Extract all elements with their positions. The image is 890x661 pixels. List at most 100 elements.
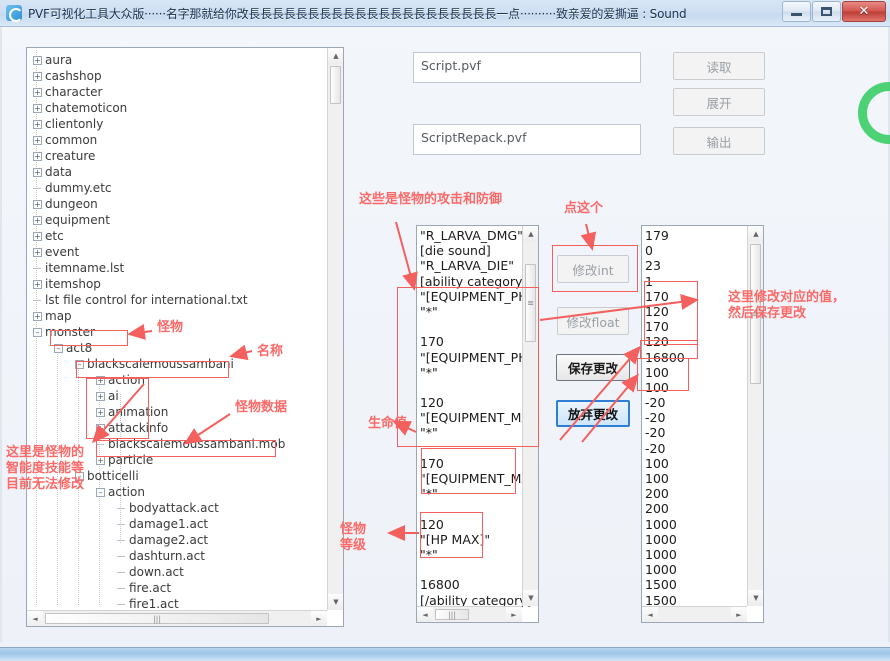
- tree-node-dungeon[interactable]: +dungeon: [33, 196, 327, 212]
- save-changes-button[interactable]: 保存更改: [556, 354, 630, 381]
- tree-node-event[interactable]: +event: [33, 244, 327, 260]
- expand-icon[interactable]: +: [33, 120, 42, 129]
- tree-node-label: map: [45, 308, 72, 324]
- expand-icon[interactable]: +: [33, 136, 42, 145]
- value-list-item[interactable]: 100: [645, 456, 693, 471]
- value-list-item[interactable]: 200: [645, 501, 693, 516]
- key-list-item[interactable]: 16800: [420, 577, 533, 592]
- close-button[interactable]: ✕: [842, 1, 886, 22]
- edit-float-button[interactable]: 修改float: [557, 307, 629, 335]
- tree-scroll-right-arrow[interactable]: ►: [311, 611, 327, 627]
- output-pvf-input[interactable]: ScriptRepack.pvf: [413, 124, 641, 155]
- expand-icon[interactable]: +: [33, 248, 42, 257]
- value-list-item[interactable]: 23: [645, 258, 693, 273]
- key-list-item[interactable]: "R_LARVA_DMG": [420, 228, 533, 243]
- discard-changes-button[interactable]: 放弃更改: [556, 400, 630, 427]
- read-button[interactable]: 读取: [673, 52, 765, 80]
- tree-node-botticelli[interactable]: –botticelli: [75, 468, 327, 484]
- expand-icon[interactable]: +: [33, 216, 42, 225]
- tree-node-bodyattack-act[interactable]: bodyattack.act: [117, 500, 327, 516]
- expand-button[interactable]: 展开: [673, 88, 765, 116]
- tree-horizontal-scrollbar[interactable]: ◄ ||| ►: [27, 610, 327, 626]
- tree-node-label: itemname.lst: [45, 260, 124, 276]
- tree-node-down-act[interactable]: down.act: [117, 564, 327, 580]
- expand-icon[interactable]: +: [33, 104, 42, 113]
- value-list-scroll-up-arrow[interactable]: ▲: [748, 226, 764, 242]
- expand-icon[interactable]: +: [33, 312, 42, 321]
- status-strip: [0, 647, 890, 661]
- highlight-edit-int-button: [552, 245, 638, 292]
- tree-node-aura[interactable]: +aura: [33, 52, 327, 68]
- value-list-item[interactable]: 100: [645, 471, 693, 486]
- tree-node-chatemoticon[interactable]: +chatemoticon: [33, 100, 327, 116]
- expand-icon[interactable]: +: [33, 280, 42, 289]
- value-list-vertical-scrollbar[interactable]: ▲ ≡ ▼: [747, 226, 763, 606]
- tree-node-common[interactable]: +common: [33, 132, 327, 148]
- source-pvf-input[interactable]: Script.pvf: [413, 52, 641, 83]
- expand-icon[interactable]: +: [33, 232, 42, 241]
- key-list-item[interactable]: [420, 562, 533, 577]
- tree-node-data[interactable]: +data: [33, 164, 327, 180]
- value-list-item[interactable]: 179: [645, 228, 693, 243]
- tree-node-label: data: [45, 164, 72, 180]
- key-list-horizontal-thumb[interactable]: |||: [435, 609, 469, 620]
- collapse-icon[interactable]: –: [96, 488, 105, 497]
- tree-node-label: botticelli: [87, 468, 139, 484]
- tree-node-etc[interactable]: +etc: [33, 228, 327, 244]
- tree-node-itemname-lst[interactable]: itemname.lst: [33, 260, 327, 276]
- key-list-item[interactable]: [die sound]: [420, 243, 533, 258]
- tree-horizontal-thumb[interactable]: |||: [45, 613, 269, 624]
- value-list-item[interactable]: -20: [645, 441, 693, 456]
- tree-node-equipment[interactable]: +equipment: [33, 212, 327, 228]
- tree-node-fire-act[interactable]: fire.act: [117, 580, 327, 596]
- expand-icon[interactable]: +: [33, 152, 42, 161]
- value-list-item[interactable]: 1000: [645, 517, 693, 532]
- tree-vertical-thumb[interactable]: [330, 66, 341, 104]
- tree-node-dummy-etc[interactable]: dummy.etc: [33, 180, 327, 196]
- tree-scroll-up-arrow[interactable]: ▲: [328, 48, 344, 64]
- collapse-icon[interactable]: –: [33, 328, 42, 337]
- export-button[interactable]: 输出: [673, 127, 765, 155]
- tree-node-action[interactable]: –action: [96, 484, 327, 500]
- key-list-scroll-down-arrow[interactable]: ▼: [523, 590, 539, 606]
- tree-node-creature[interactable]: +creature: [33, 148, 327, 164]
- value-list-item[interactable]: 1000: [645, 547, 693, 562]
- value-list-item[interactable]: 1000: [645, 532, 693, 547]
- tree-node-cashshop[interactable]: +cashshop: [33, 68, 327, 84]
- expand-icon[interactable]: +: [33, 56, 42, 65]
- expand-icon[interactable]: +: [33, 200, 42, 209]
- key-list-scroll-left-arrow[interactable]: ◄: [417, 607, 433, 623]
- expand-icon[interactable]: +: [33, 88, 42, 97]
- tree-scroll-down-arrow[interactable]: ▼: [328, 594, 344, 610]
- value-list-item[interactable]: 1500: [645, 577, 693, 592]
- tree-node-character[interactable]: +character: [33, 84, 327, 100]
- key-list-item[interactable]: "R_LARVA_DIE": [420, 258, 533, 273]
- highlight-hp-value: [640, 340, 698, 359]
- tree-scroll-left-arrow[interactable]: ◄: [27, 611, 43, 627]
- tree-node-dashturn-act[interactable]: dashturn.act: [117, 548, 327, 564]
- key-list-scroll-up-arrow[interactable]: ▲: [523, 226, 539, 242]
- key-list-horizontal-scrollbar[interactable]: ◄ ||| ►: [417, 606, 522, 622]
- value-list-scroll-down-arrow[interactable]: ▼: [748, 590, 764, 606]
- tree-node-damage1-act[interactable]: damage1.act: [117, 516, 327, 532]
- value-list-item[interactable]: 200: [645, 486, 693, 501]
- value-list-item[interactable]: -20: [645, 395, 693, 410]
- value-list-item[interactable]: -20: [645, 425, 693, 440]
- value-list-item[interactable]: 1000: [645, 562, 693, 577]
- value-list-item[interactable]: 0: [645, 243, 693, 258]
- value-list-item[interactable]: -20: [645, 410, 693, 425]
- tree-node-clientonly[interactable]: +clientonly: [33, 116, 327, 132]
- maximize-button[interactable]: [812, 1, 841, 22]
- value-list-horizontal-scrollbar[interactable]: ◄ ►: [642, 606, 747, 622]
- expand-icon[interactable]: +: [33, 168, 42, 177]
- minimize-button[interactable]: [782, 1, 811, 22]
- key-list-scroll-right-arrow[interactable]: ►: [506, 607, 522, 623]
- tree-node-damage2-act[interactable]: damage2.act: [117, 532, 327, 548]
- tree-node-itemshop[interactable]: +itemshop: [33, 276, 327, 292]
- tree-node-lst-file-control-for-international-txt[interactable]: lst file control for international.txt: [33, 292, 327, 308]
- value-list-scroll-right-arrow[interactable]: ►: [731, 607, 747, 623]
- expand-icon[interactable]: +: [33, 72, 42, 81]
- value-list-scroll-left-arrow[interactable]: ◄: [642, 607, 658, 623]
- highlight-attack-values: [644, 281, 698, 345]
- tree-node-label: creature: [45, 148, 95, 164]
